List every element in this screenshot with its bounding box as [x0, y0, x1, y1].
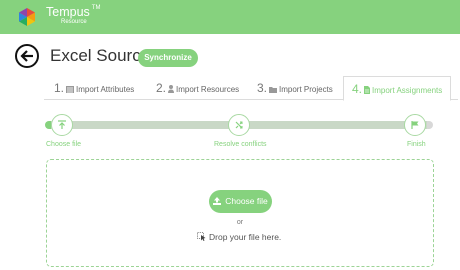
- tab-number: 3.: [257, 81, 268, 95]
- drop-hint-text: Drop your file here.: [209, 232, 282, 242]
- step-choose-file[interactable]: [51, 114, 73, 136]
- folder-icon: [269, 87, 278, 93]
- app-subtitle: Resource: [61, 19, 87, 25]
- import-tabs: 1. Import Attributes 2. Import Resources 3…: [44, 76, 458, 101]
- step-label-finish: Finish: [407, 141, 426, 148]
- drop-hint: Drop your file here.: [197, 232, 281, 242]
- tab-import-assignments[interactable]: 4. Import Assignments: [343, 76, 452, 101]
- tab-label: Import Resources: [176, 85, 240, 94]
- flag-icon: [411, 121, 419, 129]
- drop-file-icon: [197, 232, 206, 241]
- back-button[interactable]: [15, 44, 39, 68]
- tab-label: Import Assignments: [372, 86, 443, 95]
- synchronize-button[interactable]: Synchronize: [138, 49, 198, 67]
- upload-icon: [213, 197, 222, 205]
- step-resolve-conflicts[interactable]: [228, 114, 250, 136]
- top-bar: Tempus TM Resource: [0, 0, 460, 34]
- shuffle-icon: [235, 121, 243, 129]
- step-label-resolve-conflicts: Resolve conflicts: [214, 141, 267, 148]
- person-icon: [168, 85, 175, 93]
- arrow-left-icon: [20, 50, 33, 62]
- file-drop-zone[interactable]: Choose file or Drop your file here.: [46, 159, 434, 267]
- tab-label: Import Attributes: [76, 85, 135, 94]
- tab-number: 2.: [156, 81, 167, 95]
- tempus-logo-icon[interactable]: [17, 7, 37, 27]
- track-end-cap: [427, 121, 433, 129]
- document-icon: [364, 86, 371, 94]
- app-name: Tempus TM: [46, 5, 101, 19]
- import-stepper: Choose file Resolve conflicts Finish: [45, 113, 433, 153]
- choose-file-button[interactable]: Choose file: [209, 190, 272, 213]
- tab-number: 4.: [352, 82, 363, 96]
- tab-import-attributes[interactable]: 1. Import Attributes: [54, 76, 134, 100]
- tab-import-projects[interactable]: 3. Import Projects: [257, 76, 333, 100]
- tab-import-resources[interactable]: 2. Import Resources: [156, 76, 239, 100]
- page-title: Excel Source: [50, 46, 151, 65]
- tab-label: Import Projects: [279, 85, 333, 94]
- upload-icon: [58, 120, 66, 129]
- tab-number: 1.: [54, 81, 65, 95]
- list-icon: [66, 86, 75, 93]
- trademark-mark: TM: [91, 5, 101, 11]
- or-separator: or: [236, 219, 244, 226]
- step-label-choose-file: Choose file: [46, 141, 82, 148]
- choose-file-label: Choose file: [225, 196, 268, 206]
- step-finish[interactable]: [404, 114, 426, 136]
